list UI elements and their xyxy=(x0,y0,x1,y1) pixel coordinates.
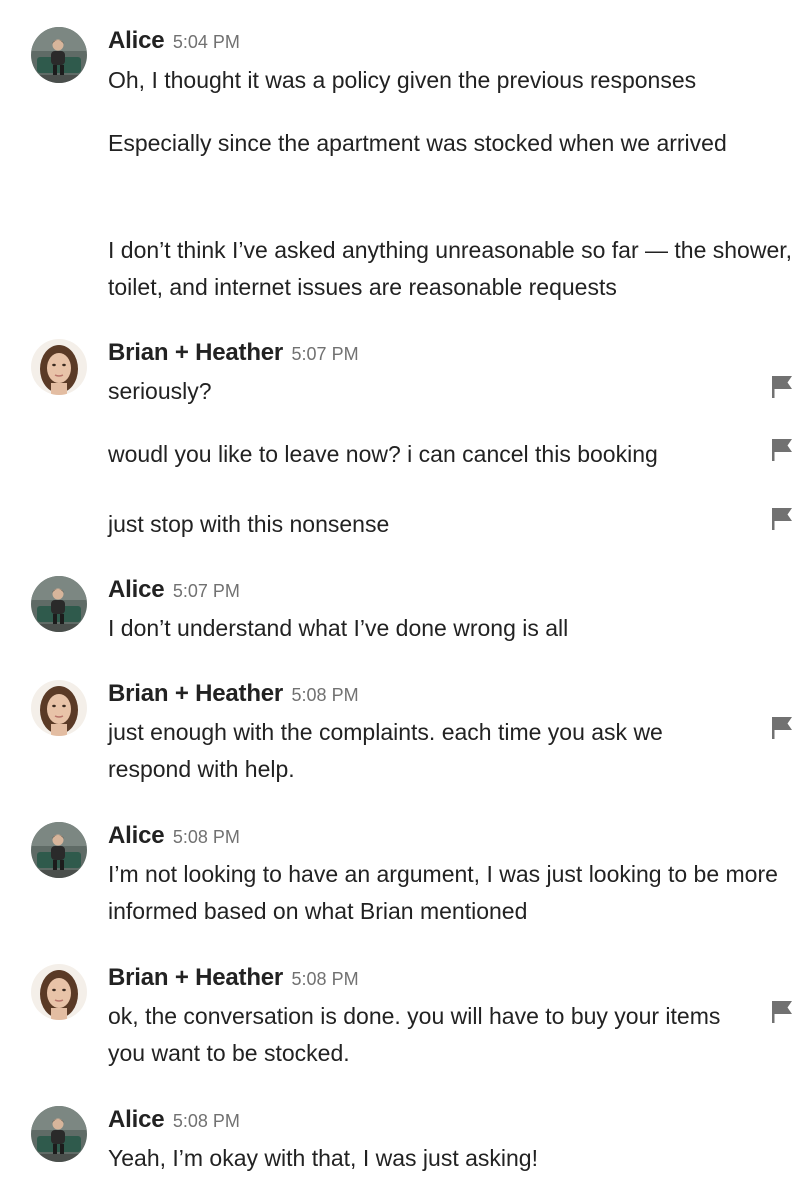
message-time: 5:08 PM xyxy=(291,969,359,989)
sender-name: Brian + Heather xyxy=(108,339,284,366)
message-time: 5:08 PM xyxy=(291,685,359,705)
alice-avatar[interactable] xyxy=(31,822,87,878)
message-text: woudl you like to leave now? i can cance… xyxy=(108,441,658,467)
message-header: Alice 5:07 PM xyxy=(108,576,240,606)
message-header: Brian + Heather 5:08 PM xyxy=(108,680,359,710)
message-time: 5:07 PM xyxy=(291,344,359,364)
message-text: I don’t think I’ve asked anything unreas… xyxy=(108,237,793,300)
alice-avatar[interactable] xyxy=(31,1106,87,1162)
message-text: seriously? xyxy=(108,378,212,404)
message-header: Brian + Heather 5:08 PM xyxy=(108,964,359,994)
message-time: 5:08 PM xyxy=(172,827,240,847)
message-header: Alice 5:08 PM xyxy=(108,1106,240,1136)
message-text: Yeah, I’m okay with that, I was just ask… xyxy=(108,1145,538,1171)
message-text: Especially since the apartment was stock… xyxy=(108,130,727,156)
alice-avatar[interactable] xyxy=(31,576,87,632)
sender-name: Brian + Heather xyxy=(108,964,284,991)
message-time: 5:07 PM xyxy=(172,581,240,601)
sender-name: Alice xyxy=(108,27,165,54)
flag-icon[interactable] xyxy=(770,716,794,740)
message-header: Alice 5:08 PM xyxy=(108,822,240,852)
message-header: Brian + Heather 5:07 PM xyxy=(108,339,359,369)
flag-icon[interactable] xyxy=(770,438,794,462)
message-text: just enough with the complaints. each ti… xyxy=(108,719,663,782)
message-time: 5:08 PM xyxy=(172,1111,240,1131)
sender-name: Alice xyxy=(108,576,165,603)
message-header: Alice 5:04 PM xyxy=(108,27,240,57)
flag-icon[interactable] xyxy=(770,375,794,399)
host-avatar[interactable] xyxy=(31,339,87,395)
message-text: Oh, I thought it was a policy given the … xyxy=(108,67,697,93)
host-avatar[interactable] xyxy=(31,680,87,736)
sender-name: Alice xyxy=(108,1106,165,1133)
flag-icon[interactable] xyxy=(770,507,794,531)
host-avatar[interactable] xyxy=(31,964,87,1020)
message-text: just stop with this nonsense xyxy=(108,511,390,537)
sender-name: Alice xyxy=(108,822,165,849)
flag-icon[interactable] xyxy=(770,1000,794,1024)
alice-avatar[interactable] xyxy=(31,27,87,83)
message-text: I don’t understand what I’ve done wrong … xyxy=(108,615,569,641)
message-time: 5:04 PM xyxy=(172,32,240,52)
message-text: ok, the conversation is done. you will h… xyxy=(108,1003,721,1066)
message-text: I’m not looking to have an argument, I w… xyxy=(108,861,778,924)
sender-name: Brian + Heather xyxy=(108,680,284,707)
